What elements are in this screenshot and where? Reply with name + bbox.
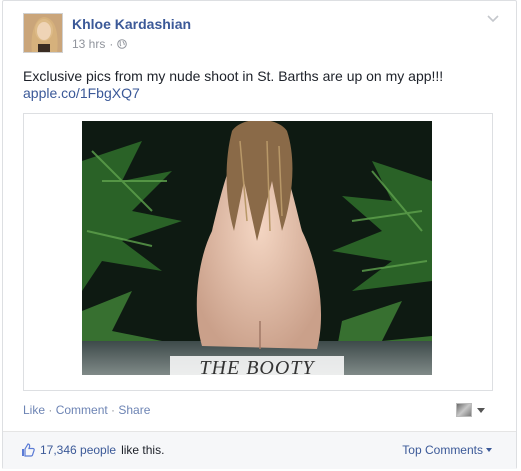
likes-summary: 17,346 people like this. [21, 443, 164, 457]
comment-action[interactable]: Comment [56, 403, 108, 417]
likes-footer: 17,346 people like this. Top Comments [3, 431, 516, 469]
meta-separator: · [109, 37, 114, 51]
post-time[interactable]: 13 hrs [72, 37, 105, 51]
share-action[interactable]: Share [118, 403, 150, 417]
caret-down-icon [477, 407, 485, 413]
thumbs-up-icon [22, 443, 35, 457]
post-photo[interactable]: THE BOOTY [82, 121, 432, 375]
author-avatar[interactable] [23, 13, 63, 53]
top-comments-label: Top Comments [402, 443, 483, 457]
globe-icon[interactable] [117, 39, 128, 49]
chevron-down-icon[interactable] [486, 13, 500, 25]
image-caption: THE BOOTY [199, 357, 315, 375]
post-text: Exclusive pics from my nude shoot in St.… [23, 68, 444, 84]
post-actions: Like · Comment · Share [23, 403, 150, 417]
action-separator: · [107, 403, 119, 417]
likes-suffix: like this. [121, 443, 165, 457]
like-action[interactable]: Like [23, 403, 45, 417]
caret-down-icon [486, 448, 492, 452]
action-separator: · [45, 403, 56, 417]
post-media[interactable]: THE BOOTY [23, 113, 493, 391]
author-name[interactable]: Khloe Kardashian [72, 16, 191, 32]
top-comments-dropdown[interactable]: Top Comments [402, 443, 492, 457]
post-link[interactable]: apple.co/1FbgXQ7 [23, 85, 140, 101]
likes-count[interactable]: 17,346 people [40, 443, 116, 457]
post-card: Khloe Kardashian 13 hrs · Exclusive pics… [2, 0, 517, 469]
page-avatar [456, 403, 472, 417]
post-as-selector[interactable] [456, 403, 485, 417]
post-meta: 13 hrs · [72, 37, 128, 51]
